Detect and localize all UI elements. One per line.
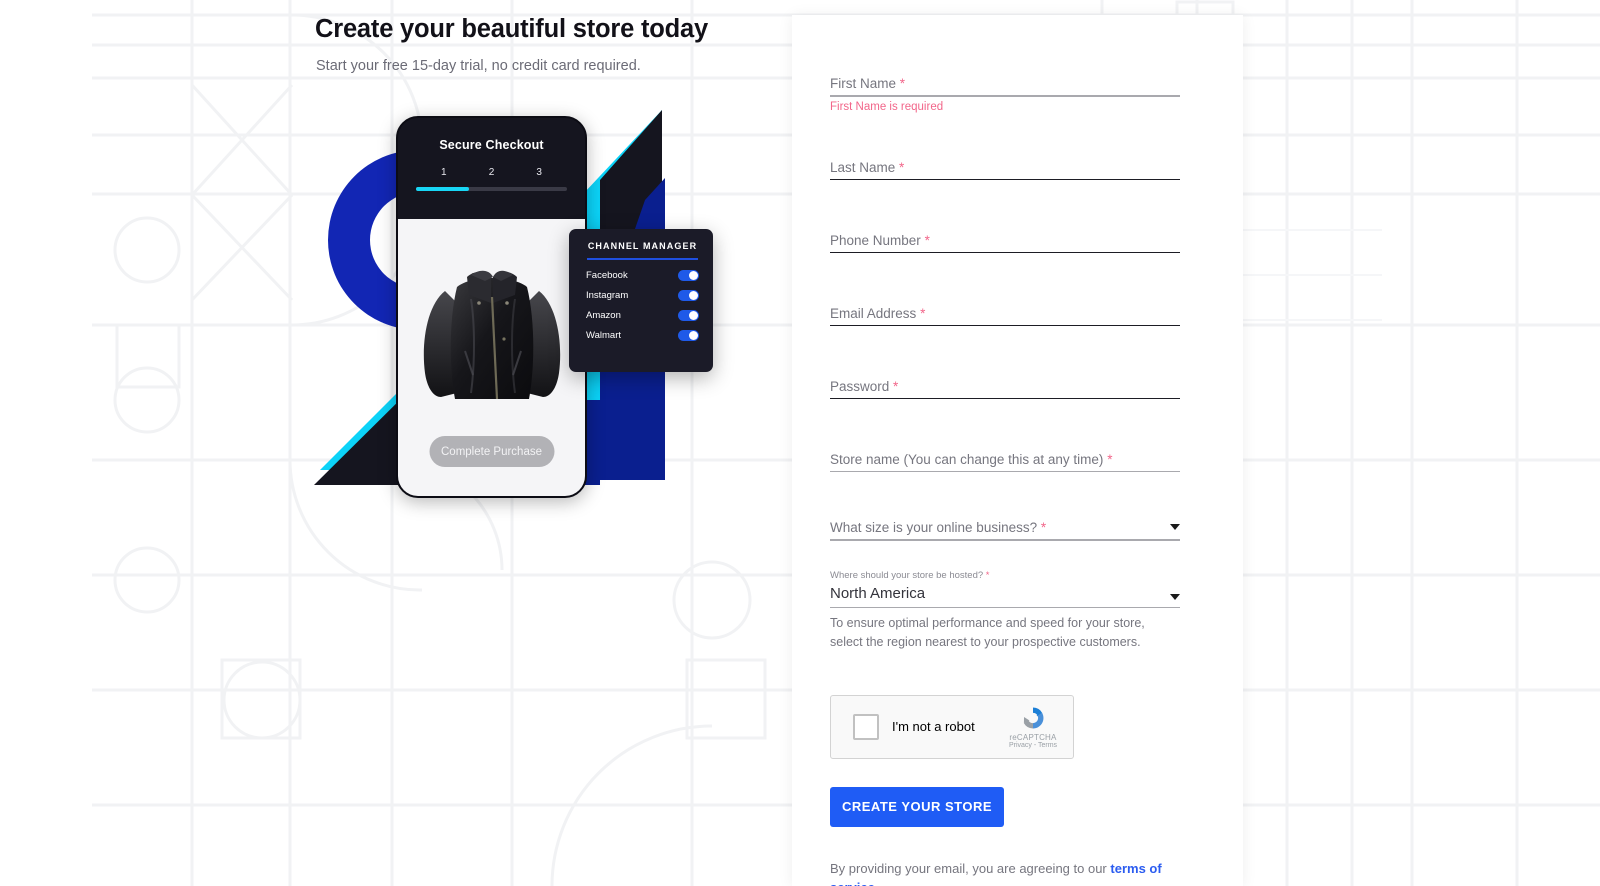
chevron-down-icon <box>1170 524 1180 530</box>
field-hosting-region[interactable]: Where should your store be hosted? * Nor… <box>830 570 1180 652</box>
create-your-store-button[interactable]: CREATE YOUR STORE <box>830 786 1004 827</box>
label-text: Where should your store be hosted? <box>830 569 984 581</box>
signup-form: First Name * First Name is required Last… <box>830 15 1180 886</box>
required-marker: * <box>924 232 930 248</box>
required-marker: * <box>893 378 899 394</box>
chevron-down-icon <box>1170 593 1180 600</box>
channel-label: Amazon <box>586 309 621 321</box>
checkout-step: 3 <box>536 167 542 178</box>
product-image <box>423 270 560 400</box>
password-input[interactable] <box>830 397 1180 399</box>
last-name-input[interactable] <box>830 178 1180 180</box>
label-text: Store name (You can change this at any t… <box>830 451 1104 467</box>
store-name-input[interactable] <box>830 470 1180 472</box>
email-address-input[interactable] <box>830 324 1180 326</box>
channel-toggle-walmart[interactable] <box>678 329 699 341</box>
required-marker: * <box>920 305 926 321</box>
last-name-label: Last Name * <box>830 160 1180 179</box>
hosting-region-helper: To ensure optimal performance and speed … <box>830 616 1145 649</box>
checkout-step: 2 <box>488 167 495 178</box>
signup-form-card: First Name * First Name is required Last… <box>792 15 1243 886</box>
channel-row: Instagram <box>586 289 699 301</box>
phone-mockup: Secure Checkout 1 2 3 Complete Purchase <box>396 116 587 498</box>
terms-suffix: . <box>875 880 879 886</box>
required-marker: * <box>899 159 905 175</box>
password-label: Password * <box>830 379 1180 398</box>
channel-label: Instagram <box>586 289 629 301</box>
phone-number-label: Phone Number * <box>830 233 1180 252</box>
channel-row: Walmart <box>586 329 699 341</box>
label-text: Last Name <box>830 159 896 175</box>
label-text: Email Address <box>830 305 917 321</box>
channel-toggle-facebook[interactable] <box>678 269 699 281</box>
checkout-step: 1 <box>441 167 447 178</box>
field-password[interactable]: Password * <box>830 379 1180 399</box>
divider <box>587 258 698 260</box>
channel-toggle-amazon[interactable] <box>678 309 699 321</box>
recaptcha-branding: reCAPTCHA Privacy - Terms <box>1002 704 1064 749</box>
page-subtitle: Start your free 15-day trial, no credit … <box>316 58 641 74</box>
checkout-progress-bar <box>416 187 567 191</box>
required-marker: * <box>1107 451 1113 467</box>
label-text: Phone Number <box>830 232 921 248</box>
hosting-region-label: Where should your store be hosted? * <box>830 570 1180 581</box>
label-text: First Name <box>830 76 897 91</box>
channel-label: Walmart <box>586 329 622 341</box>
first-name-input[interactable] <box>830 95 1180 97</box>
recaptcha-widget[interactable]: I'm not a robot reCAPTCHA Privacy - Term… <box>830 694 1074 759</box>
terms-disclaimer: By providing your email, you are agreein… <box>830 859 1175 886</box>
store-name-label: Store name (You can change this at any t… <box>830 452 1180 471</box>
field-first-name[interactable]: First Name * First Name is required <box>830 76 1180 113</box>
checkout-steps: 1 2 3 <box>420 167 563 178</box>
channel-row: Amazon <box>586 309 699 321</box>
recaptcha-checkbox[interactable] <box>853 713 879 740</box>
required-marker: * <box>1040 520 1047 535</box>
channel-row: Facebook <box>586 269 699 281</box>
first-name-label: First Name * <box>830 76 1180 95</box>
field-last-name[interactable]: Last Name * <box>830 160 1180 180</box>
hosting-region-value[interactable]: North America <box>830 581 1180 607</box>
complete-purchase-button[interactable]: Complete Purchase <box>429 436 554 467</box>
hero-section: Create your beautiful store today Start … <box>0 0 792 886</box>
channel-manager-title: CHANNEL MANAGER <box>587 241 698 251</box>
field-business-size[interactable]: What size is your online business? * <box>830 520 1180 541</box>
phone-number-input[interactable] <box>830 251 1180 253</box>
channel-toggle-instagram[interactable] <box>678 289 699 301</box>
signup-page: Create your beautiful store today Start … <box>0 0 1600 886</box>
field-store-name[interactable]: Store name (You can change this at any t… <box>830 452 1180 472</box>
field-email-address[interactable]: Email Address * <box>830 306 1180 326</box>
email-address-label: Email Address * <box>830 306 1180 325</box>
channel-manager-panel: CHANNEL MANAGER Facebook Instagram Amazo… <box>569 229 713 372</box>
first-name-error: First Name is required <box>830 100 944 113</box>
checkout-title: Secure Checkout <box>439 138 544 152</box>
channel-label: Facebook <box>586 269 628 281</box>
field-phone-number[interactable]: Phone Number * <box>830 233 1180 253</box>
business-size-label: What size is your online business? * <box>830 520 1180 539</box>
recaptcha-label: I'm not a robot <box>892 719 975 734</box>
hosting-region-select[interactable] <box>830 606 1180 608</box>
checkout-progress-fill <box>416 187 469 191</box>
page-title: Create your beautiful store today <box>315 15 708 43</box>
recaptcha-brand-name: reCAPTCHA <box>1009 732 1057 742</box>
recaptcha-legal-links[interactable]: Privacy - Terms <box>1002 742 1064 749</box>
phone-header: Secure Checkout 1 2 3 <box>398 118 585 219</box>
terms-prefix: By providing your email, you are agreein… <box>830 860 1111 876</box>
business-size-select[interactable] <box>830 539 1180 541</box>
required-marker: * <box>899 76 906 91</box>
label-text: Password <box>830 378 890 394</box>
recaptcha-icon <box>1023 707 1044 728</box>
required-marker: * <box>985 569 990 581</box>
phone-screen: Complete Purchase <box>398 219 585 496</box>
label-text: What size is your online business? <box>830 520 1038 535</box>
